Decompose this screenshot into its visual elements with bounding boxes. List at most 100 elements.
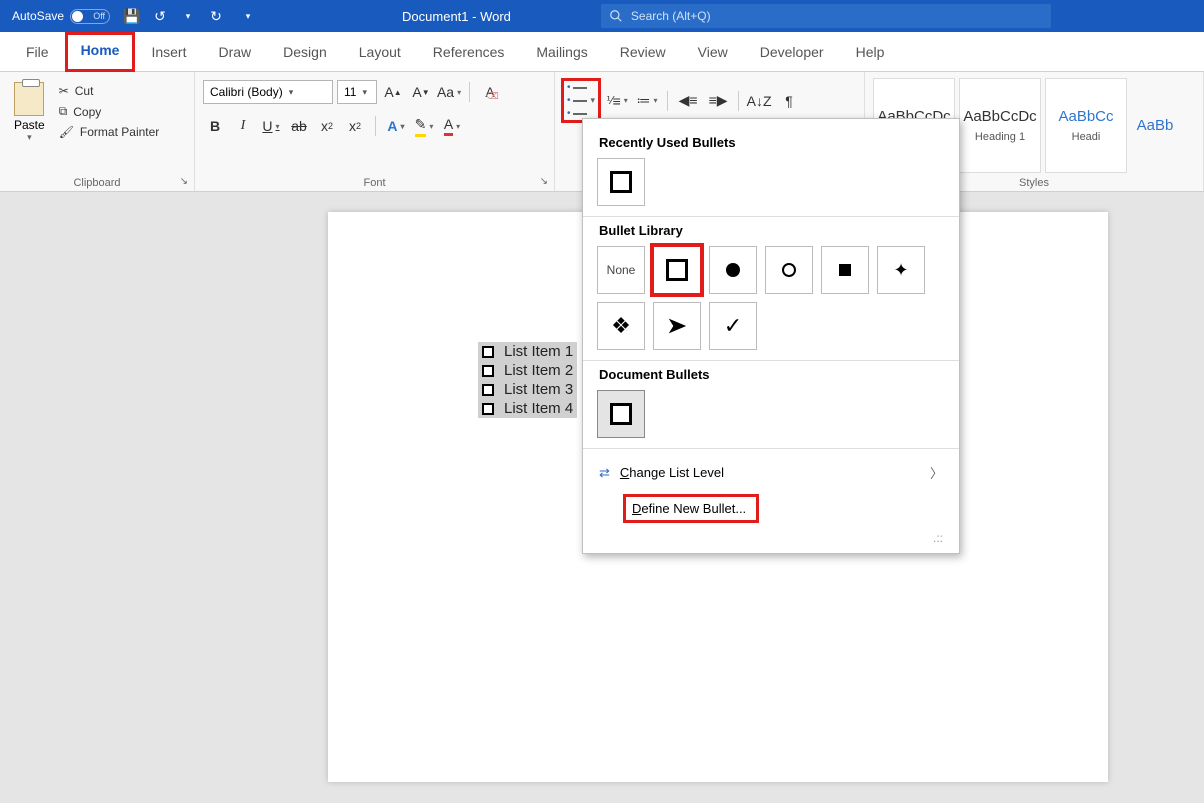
tab-references[interactable]: References xyxy=(417,32,521,72)
tab-view[interactable]: View xyxy=(682,32,744,72)
decrease-indent-icon[interactable]: ◀≡ xyxy=(676,89,700,113)
show-marks-icon[interactable]: ¶ xyxy=(777,89,801,113)
hollow-square-icon xyxy=(666,259,688,281)
bullet-arrow[interactable] xyxy=(653,302,701,350)
title-bar: AutoSave Off 💾 ↺ ▾ ↻ ▾ Document1 - Word … xyxy=(0,0,1204,32)
autosave-toggle[interactable]: AutoSave Off xyxy=(0,9,118,24)
style-more[interactable]: AaBb xyxy=(1131,78,1179,173)
search-icon xyxy=(609,9,623,23)
chevron-right-icon: 〉 xyxy=(930,463,943,482)
strikethrough-button[interactable]: ab xyxy=(287,114,311,138)
group-label-clipboard: Clipboard xyxy=(8,173,186,191)
list-item[interactable]: List Item 4 xyxy=(478,399,577,418)
hollow-square-icon xyxy=(610,171,632,193)
tab-insert[interactable]: Insert xyxy=(135,32,202,72)
disc-icon xyxy=(726,263,740,277)
decrease-font-icon[interactable]: A▼ xyxy=(409,80,433,104)
paste-button[interactable]: Paste ▾ xyxy=(8,76,51,173)
bullet-none[interactable]: None xyxy=(597,246,645,294)
bullet-4color[interactable]: ✦ xyxy=(877,246,925,294)
sort-icon[interactable]: A↓Z xyxy=(747,89,771,113)
tab-design[interactable]: Design xyxy=(267,32,343,72)
list-item[interactable]: List Item 2 xyxy=(478,361,577,380)
bullet-hollow-square[interactable] xyxy=(653,246,701,294)
ribbon-tabs: File Home Insert Draw Design Layout Refe… xyxy=(0,32,1204,72)
increase-indent-icon[interactable]: ≡▶ xyxy=(706,89,730,113)
redo-icon[interactable]: ↻ xyxy=(206,8,226,25)
bullets-dropdown: Recently Used Bullets Bullet Library Non… xyxy=(582,118,960,554)
circle-icon xyxy=(782,263,796,277)
toggle-switch[interactable]: Off xyxy=(70,9,110,24)
font-size-combo[interactable]: 11▾ xyxy=(337,80,377,104)
bullet-document-box[interactable] xyxy=(597,390,645,438)
tab-mailings[interactable]: Mailings xyxy=(520,32,603,72)
section-library-heading: Bullet Library xyxy=(599,223,945,238)
bullet-square[interactable] xyxy=(821,246,869,294)
underline-button[interactable]: U xyxy=(259,114,283,138)
bulleted-list-selection[interactable]: List Item 1 List Item 2 List Item 3 List… xyxy=(478,342,577,418)
change-case-icon[interactable]: Aa xyxy=(437,80,461,104)
text-effects-icon[interactable]: A xyxy=(384,114,408,138)
bullet-disc[interactable] xyxy=(709,246,757,294)
brush-icon: 🖌 xyxy=(59,125,74,139)
arrow-icon xyxy=(666,315,688,337)
font-name-combo[interactable]: Calibri (Body)▾ xyxy=(203,80,333,104)
copy-button[interactable]: ⧉Copy xyxy=(59,104,160,119)
checkbox-bullet-icon xyxy=(482,384,494,396)
search-placeholder: Search (Alt+Q) xyxy=(631,9,711,23)
multilevel-button[interactable]: ≔ xyxy=(635,89,659,113)
resize-grip-icon[interactable]: .:: xyxy=(597,531,945,547)
superscript-button[interactable]: x2 xyxy=(343,114,367,138)
font-launcher-icon[interactable]: ↘ xyxy=(540,176,548,187)
bullet-4diamond[interactable] xyxy=(597,302,645,350)
bullet-recent-box[interactable] xyxy=(597,158,645,206)
check-icon: ✓ xyxy=(724,313,742,339)
hollow-square-icon xyxy=(610,403,632,425)
bold-button[interactable]: B xyxy=(203,114,227,138)
increase-font-icon[interactable]: A▲ xyxy=(381,80,405,104)
four-color-diamond-icon: ✦ xyxy=(893,260,908,281)
bullet-circle[interactable] xyxy=(765,246,813,294)
group-label-font: Font xyxy=(203,173,546,191)
section-recent-heading: Recently Used Bullets xyxy=(599,135,945,150)
scissors-icon: ✂ xyxy=(59,84,69,98)
change-list-level[interactable]: ⇄ Change List Level 〉 xyxy=(597,455,945,490)
copy-icon: ⧉ xyxy=(59,104,68,119)
autosave-label: AutoSave xyxy=(12,9,64,23)
checkbox-bullet-icon xyxy=(482,365,494,377)
group-font: Calibri (Body)▾ 11▾ A▲ A▼ Aa A⌫ B I U ab… xyxy=(195,72,555,191)
tab-layout[interactable]: Layout xyxy=(343,32,417,72)
format-painter-button[interactable]: 🖌Format Painter xyxy=(59,125,160,139)
four-diamond-icon xyxy=(611,313,631,339)
save-icon[interactable]: 💾 xyxy=(122,8,142,25)
style-heading-partial[interactable]: AaBbCcHeadi xyxy=(1045,78,1127,173)
tab-developer[interactable]: Developer xyxy=(744,32,840,72)
checkbox-bullet-icon xyxy=(482,403,494,415)
define-new-bullet[interactable]: Define New Bullet... xyxy=(597,490,945,531)
tab-home[interactable]: Home xyxy=(65,32,136,72)
clipboard-launcher-icon[interactable]: ↘ xyxy=(180,176,188,187)
checkbox-bullet-icon xyxy=(482,346,494,358)
bullet-check[interactable]: ✓ xyxy=(709,302,757,350)
highlight-icon[interactable]: ✎ xyxy=(412,114,436,138)
list-item[interactable]: List Item 3 xyxy=(478,380,577,399)
search-input[interactable]: Search (Alt+Q) xyxy=(601,4,1051,28)
paste-icon xyxy=(14,82,44,116)
bullets-button[interactable]: ▾ xyxy=(563,80,599,121)
qat-customize-icon[interactable]: ▾ xyxy=(238,11,258,22)
undo-more-icon[interactable]: ▾ xyxy=(178,11,198,22)
style-heading1[interactable]: AaBbCcDcHeading 1 xyxy=(959,78,1041,173)
undo-icon[interactable]: ↺ xyxy=(150,8,170,25)
section-document-heading: Document Bullets xyxy=(599,367,945,382)
font-color-icon[interactable]: A xyxy=(440,114,464,138)
tab-help[interactable]: Help xyxy=(840,32,901,72)
tab-file[interactable]: File xyxy=(10,32,65,72)
clear-format-icon[interactable]: A⌫ xyxy=(478,80,502,104)
tab-draw[interactable]: Draw xyxy=(202,32,267,72)
tab-review[interactable]: Review xyxy=(604,32,682,72)
numbering-button[interactable]: ⅟≡ xyxy=(605,89,629,113)
italic-button[interactable]: I xyxy=(231,114,255,138)
list-item[interactable]: List Item 1 xyxy=(478,342,577,361)
cut-button[interactable]: ✂Cut xyxy=(59,84,160,98)
subscript-button[interactable]: x2 xyxy=(315,114,339,138)
